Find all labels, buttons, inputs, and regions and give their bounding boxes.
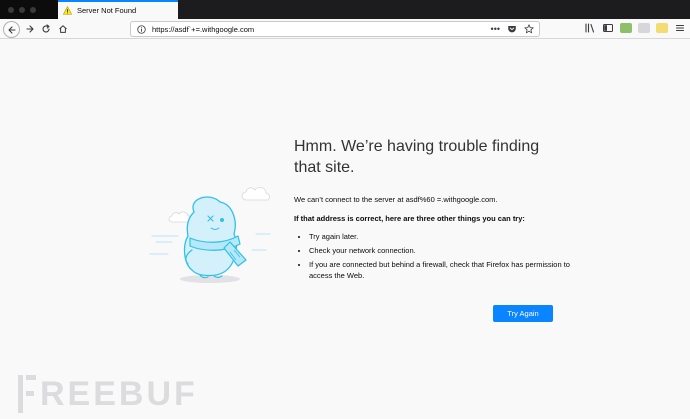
page-actions-button[interactable]: ••• [491, 24, 500, 34]
watermark-text: REEBUF [40, 375, 198, 413]
list-item: If you are connected but behind a firewa… [309, 259, 574, 281]
list-item: Check your network connection. [309, 245, 574, 256]
error-content: Hmm. We’re having trouble finding that s… [294, 136, 574, 284]
url-text[interactable]: https://asdf`+=.withgoogle.com [152, 25, 491, 34]
extension-icon[interactable] [638, 23, 650, 33]
forward-icon [26, 25, 34, 33]
tips-heading: If that address is correct, here are thr… [294, 214, 525, 223]
extension-icon[interactable] [620, 23, 632, 33]
tab-title: Server Not Found [77, 6, 137, 15]
back-button[interactable] [3, 21, 20, 38]
tab-strip: Server Not Found [0, 0, 690, 19]
warning-icon [63, 6, 72, 15]
pocket-icon[interactable] [507, 24, 517, 34]
forward-button[interactable] [22, 21, 38, 37]
menu-icon[interactable] [674, 22, 686, 34]
info-icon[interactable] [137, 24, 146, 34]
window-controls [8, 7, 36, 13]
home-button[interactable] [55, 21, 71, 37]
error-description: We can’t connect to the server at asdf%6… [294, 195, 498, 204]
toolbar-right-group [584, 22, 686, 34]
navigation-toolbar: https://asdf`+=.withgoogle.com ••• [0, 19, 690, 39]
extension-icon[interactable] [656, 23, 668, 33]
active-tab[interactable]: Server Not Found [58, 0, 178, 19]
watermark-logo-icon [18, 375, 36, 413]
list-item: Try again later. [309, 231, 574, 242]
reload-icon [42, 24, 50, 33]
error-illustration [149, 186, 271, 283]
back-icon [7, 25, 16, 34]
reload-button[interactable] [38, 21, 54, 37]
minimize-window-button[interactable] [19, 7, 25, 13]
tab-strip-empty-area [178, 0, 690, 19]
url-bar[interactable]: https://asdf`+=.withgoogle.com ••• [130, 21, 540, 37]
home-icon [59, 25, 67, 33]
watermark: REEBUF [18, 374, 198, 414]
library-icon[interactable] [584, 22, 596, 34]
bookmark-star-icon[interactable] [524, 24, 534, 34]
try-again-button[interactable]: Try Again [493, 305, 553, 322]
error-title: Hmm. We’re having trouble finding that s… [294, 138, 540, 176]
maximize-window-button[interactable] [30, 7, 36, 13]
sidebar-icon[interactable] [602, 22, 614, 34]
close-window-button[interactable] [8, 7, 14, 13]
tips-list: Try again later. Check your network conn… [294, 231, 574, 281]
url-bar-actions: ••• [491, 24, 534, 34]
